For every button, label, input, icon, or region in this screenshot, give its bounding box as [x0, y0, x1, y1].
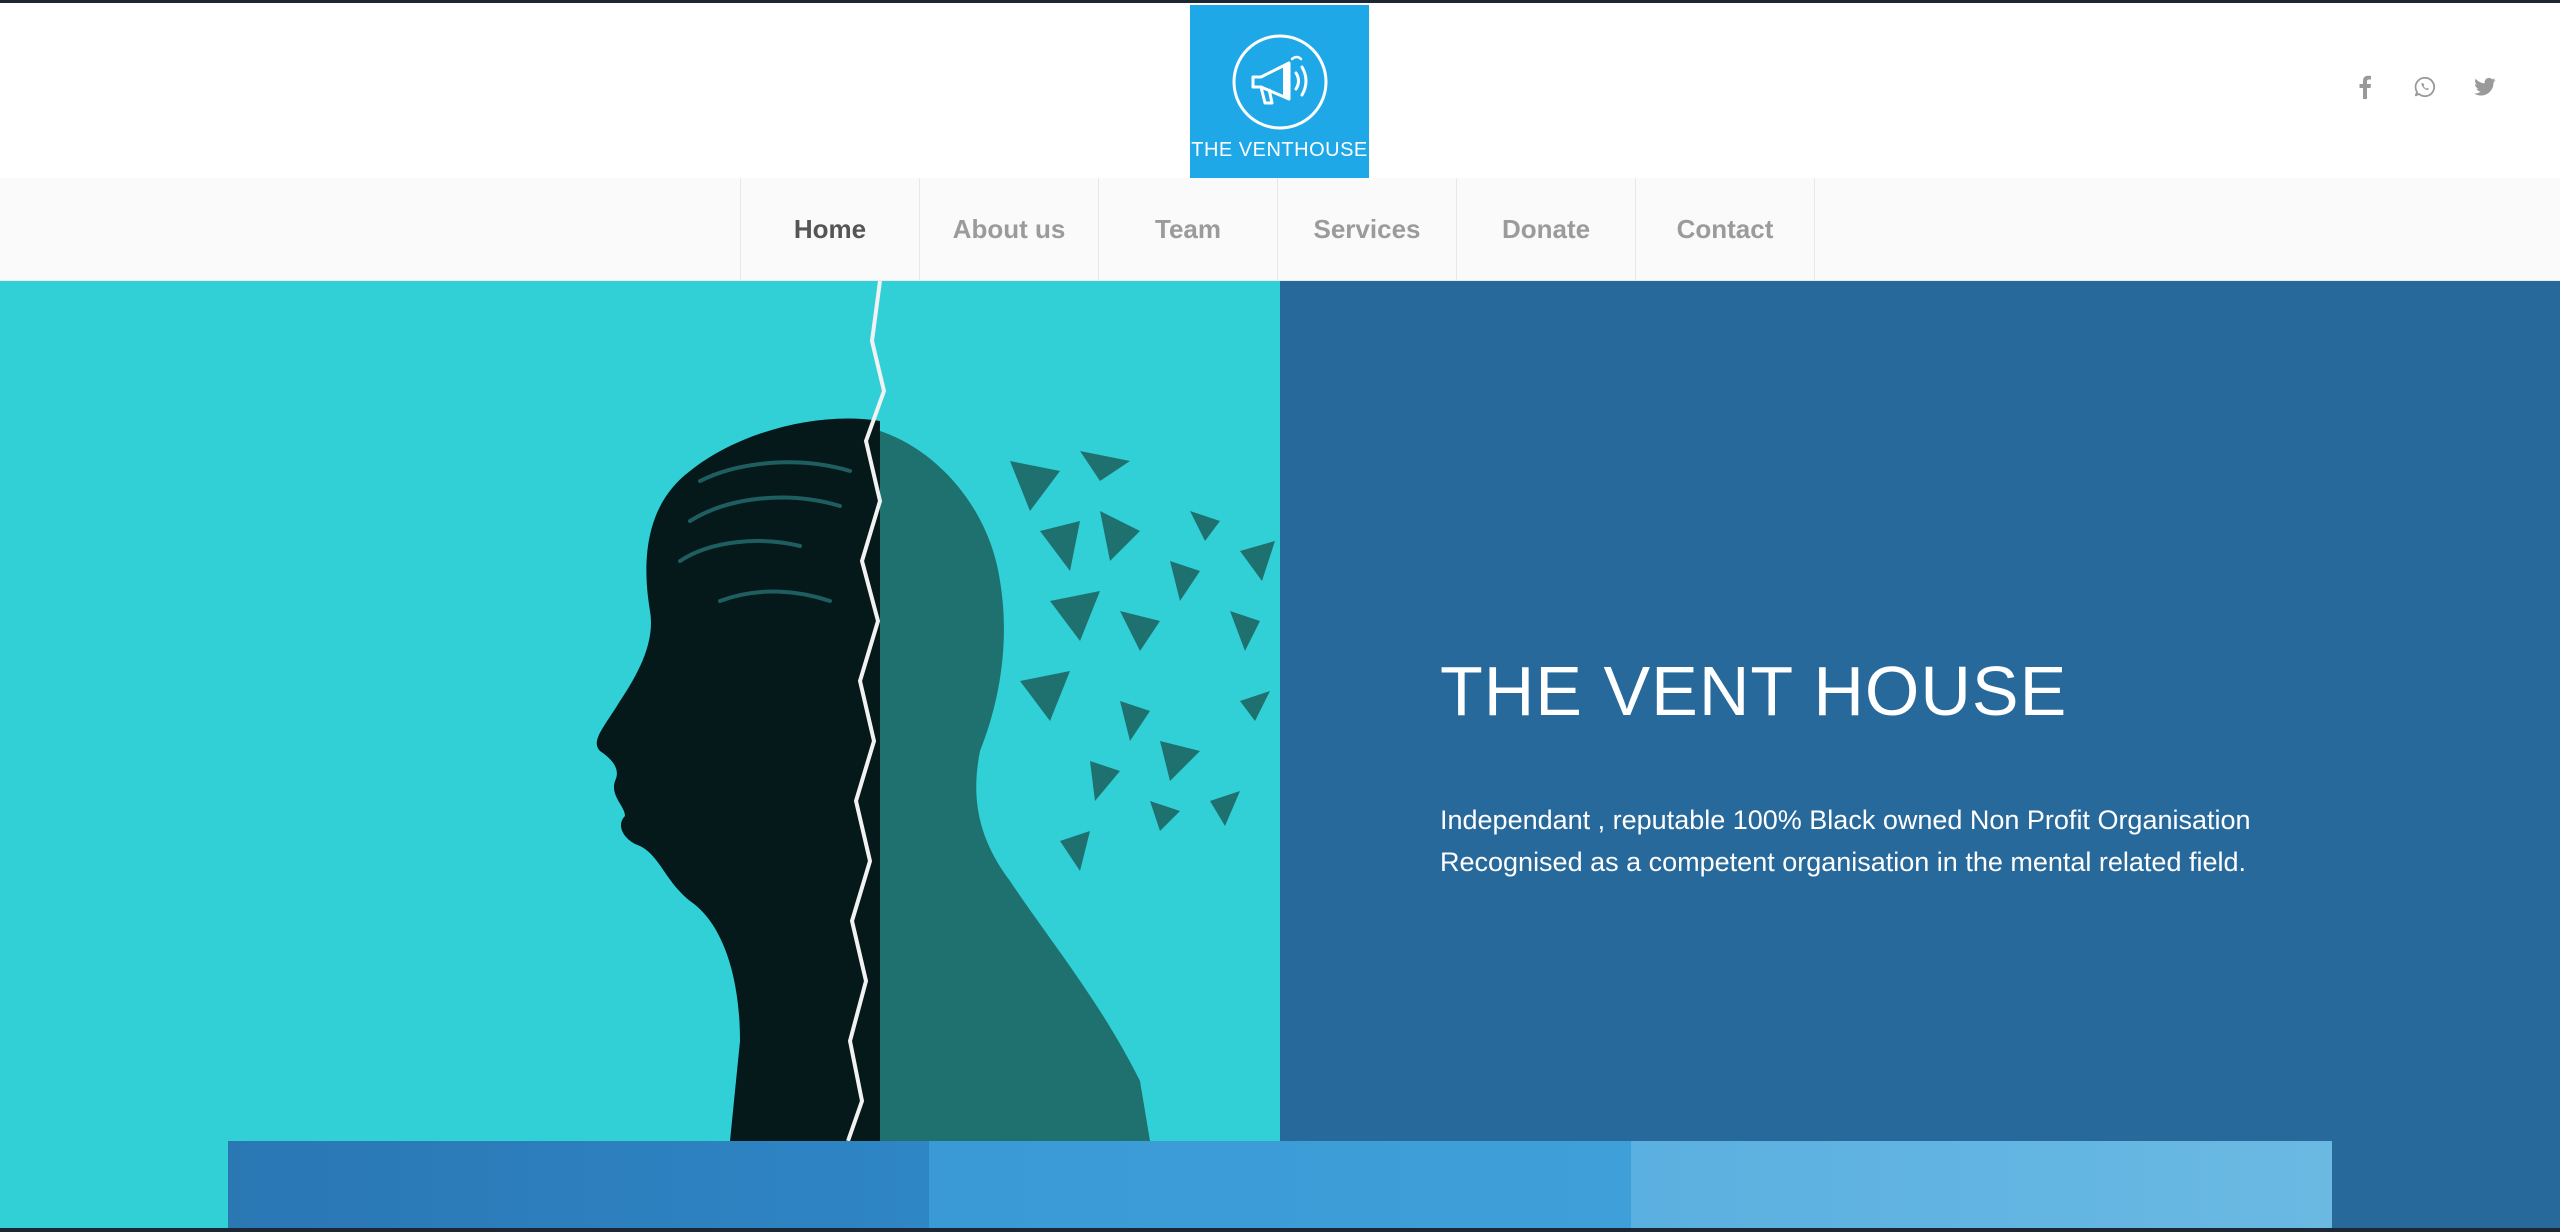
hero-content: THE VENT HOUSE Independant , reputable 1… — [1280, 281, 2560, 1232]
nav-list: Home About us Team Services Donate Conta… — [740, 178, 1815, 280]
twitter-icon[interactable] — [2474, 75, 2496, 99]
nav-item-contact[interactable]: Contact — [1636, 178, 1815, 280]
nav-item-team[interactable]: Team — [1099, 178, 1278, 280]
window-bottom-border — [0, 1228, 2560, 1232]
whatsapp-icon[interactable] — [2414, 75, 2436, 99]
hero-description-line: Recognised as a competent organisation i… — [1440, 847, 2246, 877]
hero-description-line: Independant , reputable 100% Black owned… — [1440, 805, 2251, 835]
hero-description: Independant , reputable 100% Black owned… — [1440, 799, 2340, 883]
page: THE VENTHOUSE Home About us Team Service… — [0, 0, 2560, 1232]
hero-image — [0, 281, 1280, 1232]
nav-item-about-us[interactable]: About us — [920, 178, 1099, 280]
feature-card[interactable] — [1630, 1141, 2332, 1232]
nav-item-donate[interactable]: Donate — [1457, 178, 1636, 280]
megaphone-icon — [1232, 34, 1327, 130]
feature-cards — [228, 1141, 2332, 1232]
facebook-icon[interactable] — [2354, 75, 2376, 99]
hero-section: THE VENT HOUSE Independant , reputable 1… — [0, 281, 2560, 1232]
site-header: THE VENTHOUSE — [0, 3, 2560, 179]
logo-text: THE VENTHOUSE — [1191, 139, 1368, 161]
social-links — [2354, 75, 2496, 99]
broken-head-illustration — [596, 281, 1275, 1142]
hero-title: THE VENT HOUSE — [1440, 652, 2068, 730]
feature-card[interactable] — [228, 1141, 930, 1232]
nav-item-services[interactable]: Services — [1278, 178, 1457, 280]
feature-card[interactable] — [929, 1141, 1631, 1232]
main-navigation: Home About us Team Services Donate Conta… — [0, 178, 2560, 281]
site-logo[interactable]: THE VENTHOUSE — [1190, 5, 1369, 179]
nav-item-home[interactable]: Home — [741, 178, 920, 280]
